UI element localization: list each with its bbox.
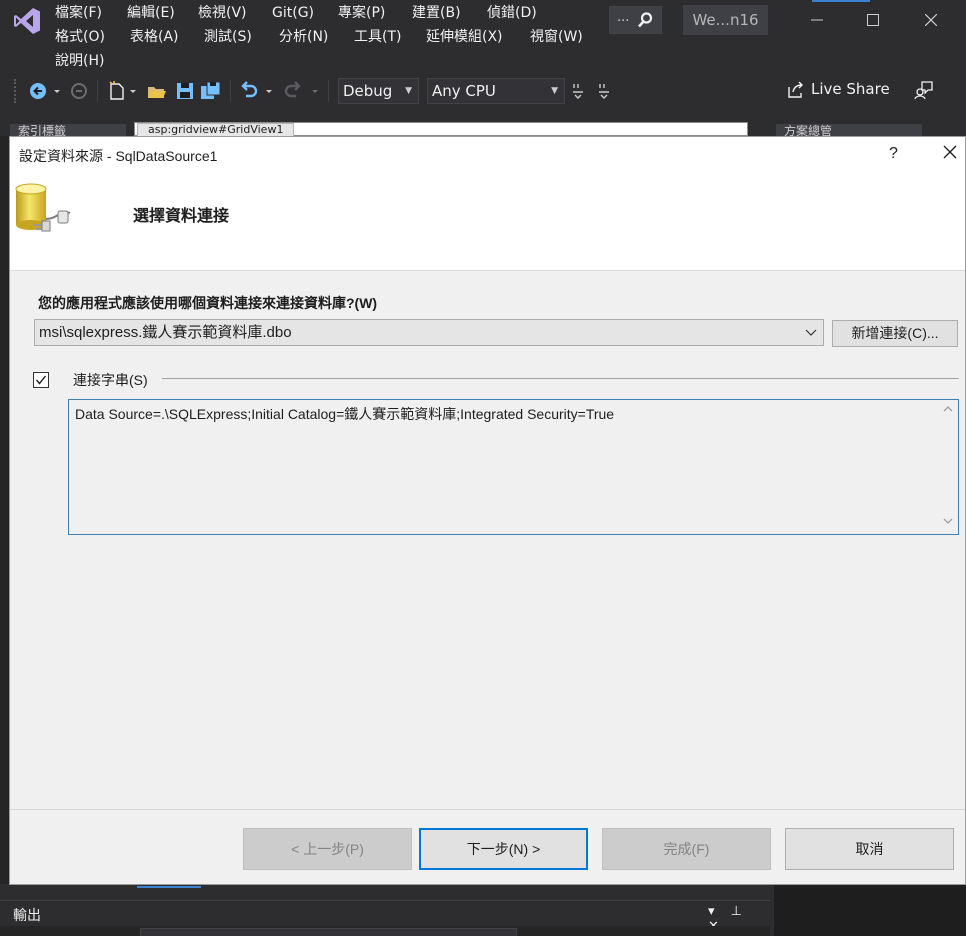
ide-title-bar: 檔案(F) 編輯(E) 檢視(V) Git(G) 專案(P) 建置(B) 偵錯(… <box>0 0 966 137</box>
minimize-icon <box>811 19 823 21</box>
finish-button[interactable]: 完成(F) <box>602 828 771 870</box>
connection-question-label: 您的應用程式應該使用哪個資料連接來連接資料庫?(W) <box>38 295 378 311</box>
chevron-down-icon: ▼ <box>405 86 412 96</box>
chevron-down-icon[interactable] <box>128 80 138 102</box>
toolbar-separator <box>230 80 231 102</box>
search-dots: ... <box>617 10 630 25</box>
menu-file[interactable]: 檔案(F) <box>55 3 102 23</box>
chevron-down-icon[interactable] <box>264 80 274 102</box>
data-connection-value: msi\sqlexpress.鐵人賽示範資料庫.dbo <box>39 324 292 341</box>
visual-studio-logo-icon <box>14 8 40 34</box>
toolbar-options-icon[interactable] <box>572 80 584 102</box>
navigate-back-icon[interactable] <box>28 80 50 102</box>
group-divider <box>162 378 959 379</box>
save-icon[interactable] <box>174 80 196 102</box>
output-panel-header: 輸出 ▾ ⊥ ✕ <box>0 900 770 934</box>
solution-platform-value: Any CPU <box>432 82 496 100</box>
connection-string-label[interactable]: 連接字串(S) <box>73 370 148 390</box>
solution-platform-select[interactable]: Any CPU ▼ <box>427 78 565 104</box>
minimize-button[interactable] <box>797 6 837 36</box>
toolbar-grip[interactable] <box>14 79 18 103</box>
vertical-scrollbar[interactable] <box>940 401 957 533</box>
menu-format[interactable]: 格式(O) <box>55 27 105 47</box>
right-dock-panel <box>774 884 966 936</box>
live-share-button[interactable]: Live Share <box>787 80 890 99</box>
breadcrumb-item[interactable]: asp:gridview#GridView1 <box>137 123 295 137</box>
menu-edit[interactable]: 編輯(E) <box>127 3 175 23</box>
redo-icon[interactable] <box>282 80 304 102</box>
open-folder-icon[interactable] <box>146 80 168 102</box>
configure-data-source-dialog: 設定資料來源 - SqlDataSource1 ? 選擇資料連接 您的應用程式應… <box>9 136 966 885</box>
chevron-down-icon: ▼ <box>551 86 558 96</box>
menu-window[interactable]: 視窗(W) <box>530 27 583 47</box>
cancel-button[interactable]: 取消 <box>785 828 954 870</box>
checkmark-icon <box>35 375 47 385</box>
menu-test[interactable]: 測試(S) <box>204 27 252 47</box>
database-connection-icon <box>15 183 71 232</box>
document-tab[interactable]: 索引標籤 <box>10 124 126 136</box>
output-panel-title: 輸出 <box>13 908 41 924</box>
save-all-icon[interactable] <box>200 80 222 102</box>
close-icon <box>924 13 938 27</box>
connection-string-checkbox[interactable] <box>33 372 49 388</box>
maximize-button[interactable] <box>853 6 893 36</box>
wizard-step-title: 選擇資料連接 <box>133 208 230 225</box>
search-icon <box>638 12 653 28</box>
menu-analyze[interactable]: 分析(N) <box>279 27 328 47</box>
undo-icon[interactable] <box>238 80 260 102</box>
chevron-down-icon <box>805 329 817 336</box>
chevron-down-icon[interactable] <box>310 80 320 102</box>
solution-explorer-tab[interactable]: 方案總管 <box>776 124 922 136</box>
new-item-icon[interactable] <box>106 80 128 102</box>
menu-view[interactable]: 檢視(V) <box>198 3 247 23</box>
feedback-icon[interactable] <box>914 80 934 100</box>
connection-string-textarea[interactable]: Data Source=.\SQLExpress;Initial Catalog… <box>68 399 959 535</box>
menu-extensions[interactable]: 延伸模組(X) <box>426 27 503 47</box>
menu-project[interactable]: 專案(P) <box>338 3 385 23</box>
solution-configuration-value: Debug <box>343 82 393 100</box>
dialog-title-bar: 設定資料來源 - SqlDataSource1 ? <box>10 137 965 171</box>
accent-bar <box>812 0 870 2</box>
dialog-title: 設定資料來源 - SqlDataSource1 <box>19 148 218 164</box>
previous-button[interactable]: < 上一步(P) <box>243 828 412 870</box>
new-connection-button[interactable]: 新增連接(C)... <box>832 320 958 347</box>
toolbar-options-icon[interactable] <box>598 80 610 102</box>
menu-tools[interactable]: 工具(T) <box>354 27 401 47</box>
scroll-down-icon[interactable] <box>943 517 953 525</box>
toolbar-separator <box>328 80 329 102</box>
output-source-select[interactable] <box>140 928 517 936</box>
menu-help[interactable]: 說明(H) <box>55 51 104 71</box>
toolbar-separator <box>97 80 98 102</box>
wizard-header: 選擇資料連接 <box>10 171 965 271</box>
share-icon <box>788 81 803 98</box>
scroll-up-icon[interactable] <box>943 405 953 413</box>
navigate-forward-icon[interactable] <box>68 80 90 102</box>
close-icon[interactable] <box>942 144 958 160</box>
maximize-icon <box>867 14 879 26</box>
next-button[interactable]: 下一步(N) > <box>419 828 588 870</box>
data-connection-select[interactable]: msi\sqlexpress.鐵人賽示範資料庫.dbo <box>34 319 824 346</box>
project-name-badge[interactable]: We...n16 <box>683 5 768 35</box>
help-button[interactable]: ? <box>889 145 898 163</box>
menu-build[interactable]: 建置(B) <box>412 3 461 23</box>
live-share-label: Live Share <box>811 80 890 98</box>
connection-string-text[interactable]: Data Source=.\SQLExpress;Initial Catalog… <box>75 404 614 424</box>
menu-table[interactable]: 表格(A) <box>130 27 179 47</box>
output-panel-toolbar <box>0 926 770 936</box>
element-breadcrumb[interactable]: asp:gridview#GridView1 <box>134 122 748 137</box>
wizard-footer: < 上一步(P) 下一步(N) > 完成(F) 取消 <box>10 810 965 884</box>
menu-git[interactable]: Git(G) <box>272 3 314 23</box>
solution-configuration-select[interactable]: Debug ▼ <box>338 78 419 104</box>
window-close-button[interactable] <box>911 6 951 36</box>
menu-debug[interactable]: 偵錯(D) <box>487 3 537 23</box>
search-box[interactable]: ... <box>609 6 662 34</box>
chevron-down-icon[interactable] <box>52 80 62 102</box>
